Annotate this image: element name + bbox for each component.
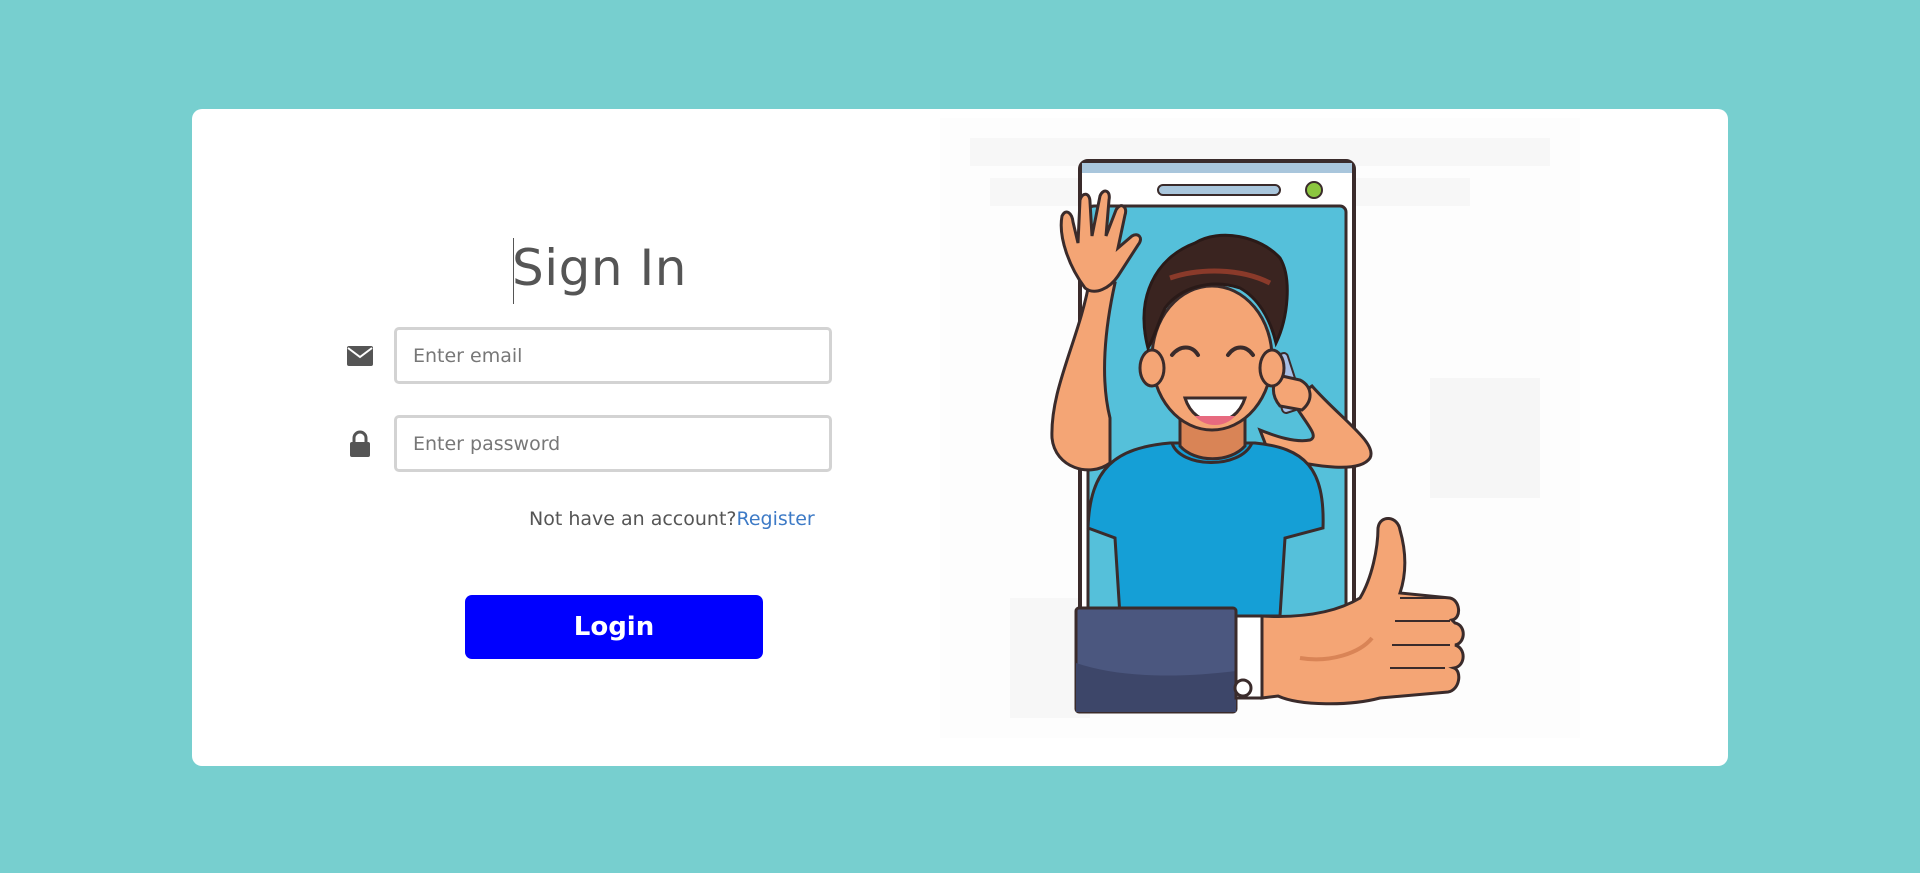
- phone-illustration: [940, 118, 1580, 738]
- register-link[interactable]: Register: [737, 508, 815, 530]
- email-input[interactable]: [394, 327, 832, 384]
- login-button[interactable]: Login: [465, 595, 763, 659]
- page-title: Sign In: [512, 239, 687, 297]
- register-prompt: Not have an account?Register: [529, 508, 815, 530]
- envelope-icon: [344, 340, 376, 372]
- register-prompt-text: Not have an account?: [529, 508, 737, 530]
- lock-icon: [344, 428, 376, 460]
- password-input[interactable]: [394, 415, 832, 472]
